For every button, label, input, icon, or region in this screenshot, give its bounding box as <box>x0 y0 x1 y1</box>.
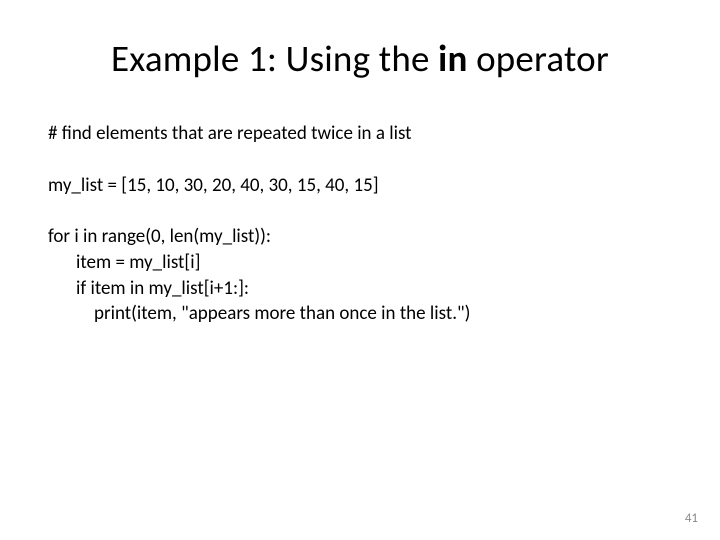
blank-line <box>48 147 680 173</box>
code-print: print(item, "appears more than once in t… <box>48 301 680 327</box>
page-number: 41 <box>685 511 698 526</box>
blank-line <box>48 198 680 224</box>
title-keyword-in: in <box>438 36 467 81</box>
code-comment: # find elements that are repeated twice … <box>48 121 680 147</box>
slide-body: # find elements that are repeated twice … <box>40 121 680 327</box>
code-assignment: my_list = [15, 10, 30, 20, 40, 30, 15, 4… <box>48 173 680 199</box>
title-prefix: Example 1: Using the <box>111 36 438 81</box>
code-item: item = my_list[i] <box>48 250 680 276</box>
code-for: for i in range(0, len(my_list)): <box>48 224 680 250</box>
title-suffix: operator <box>468 36 610 81</box>
slide: Example 1: Using the in operator # find … <box>0 0 720 540</box>
code-if: if item in my_list[i+1:]: <box>48 276 680 302</box>
slide-title: Example 1: Using the in operator <box>40 36 680 81</box>
